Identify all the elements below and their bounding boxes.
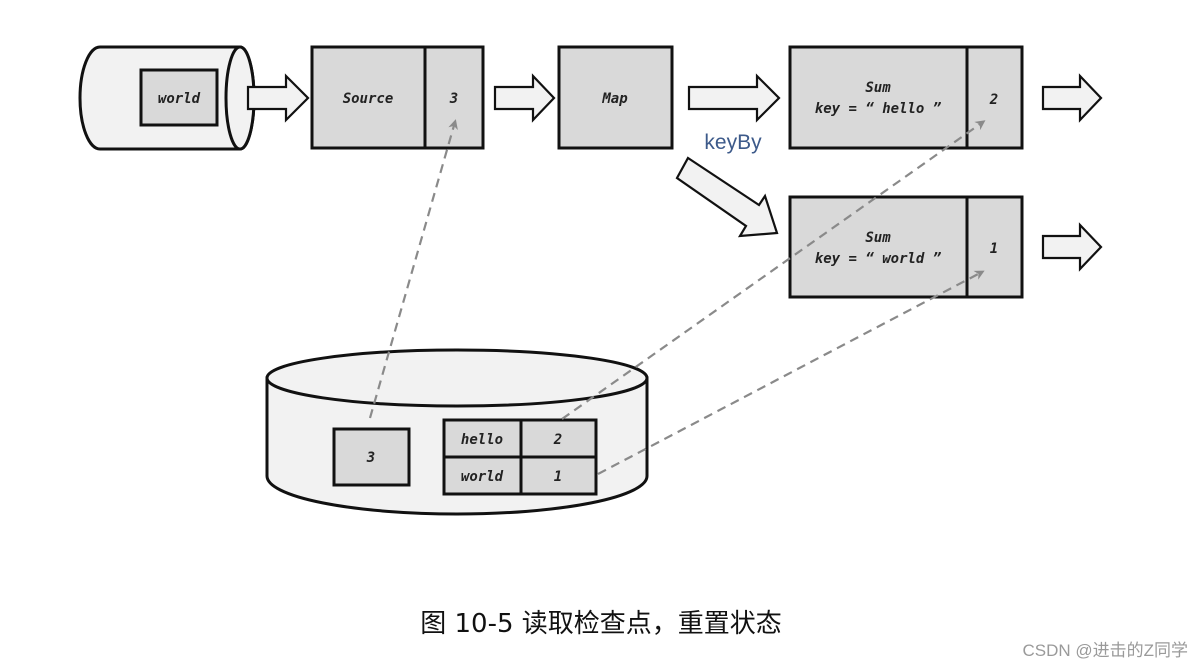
sum-world-operator: Sum key = “ world ” 1: [788, 195, 1024, 299]
source-operator: Source 3: [310, 45, 485, 150]
sum-world-title: Sum: [865, 230, 891, 246]
map-label: Map: [601, 91, 627, 107]
checkpoint-restore-diagram: world Source 3 Map keyBy Sum key = “ hel…: [78, 45, 1103, 516]
arrow-source-to-map: [493, 73, 556, 123]
arrow-sum-world-output: [1041, 222, 1103, 272]
state-key-hello: hello: [461, 432, 503, 448]
sum-hello-operator: Sum key = “ hello ” 2: [788, 45, 1024, 150]
sum-world-key: key = “ world ”: [815, 251, 942, 267]
arrow-queue-to-source: [246, 73, 310, 123]
sum-world-count: 1: [990, 241, 998, 257]
arrow-sum-hello-output: [1041, 73, 1103, 123]
source-offset: 3: [449, 91, 458, 107]
checkpoint-offset: 3: [366, 450, 375, 466]
arrow-map-to-sum-world: [675, 156, 779, 238]
map-operator: Map: [557, 45, 674, 150]
sum-hello-title: Sum: [865, 80, 891, 96]
state-key-world: world: [461, 469, 504, 485]
checkpoint-state-table: hello 2 world 1: [442, 418, 598, 496]
figure-caption: 图 10-5 读取检查点，重置状态: [420, 609, 782, 639]
state-value-world: 1: [554, 469, 562, 485]
sum-hello-count: 2: [989, 92, 998, 108]
source-label: Source: [343, 91, 394, 107]
keyby-label: keyBy: [704, 131, 762, 154]
checkpoint-store: 3 hello 2 world 1: [265, 348, 649, 516]
arrow-map-to-sum-hello: [687, 73, 781, 123]
sum-hello-key: key = “ hello ”: [815, 101, 942, 117]
watermark: CSDN @进击的Z同学: [1022, 641, 1188, 660]
source-queue: world: [78, 45, 256, 151]
queue-record-label: world: [158, 91, 201, 107]
state-value-hello: 2: [553, 432, 562, 448]
restore-arrow-world: [597, 270, 985, 475]
